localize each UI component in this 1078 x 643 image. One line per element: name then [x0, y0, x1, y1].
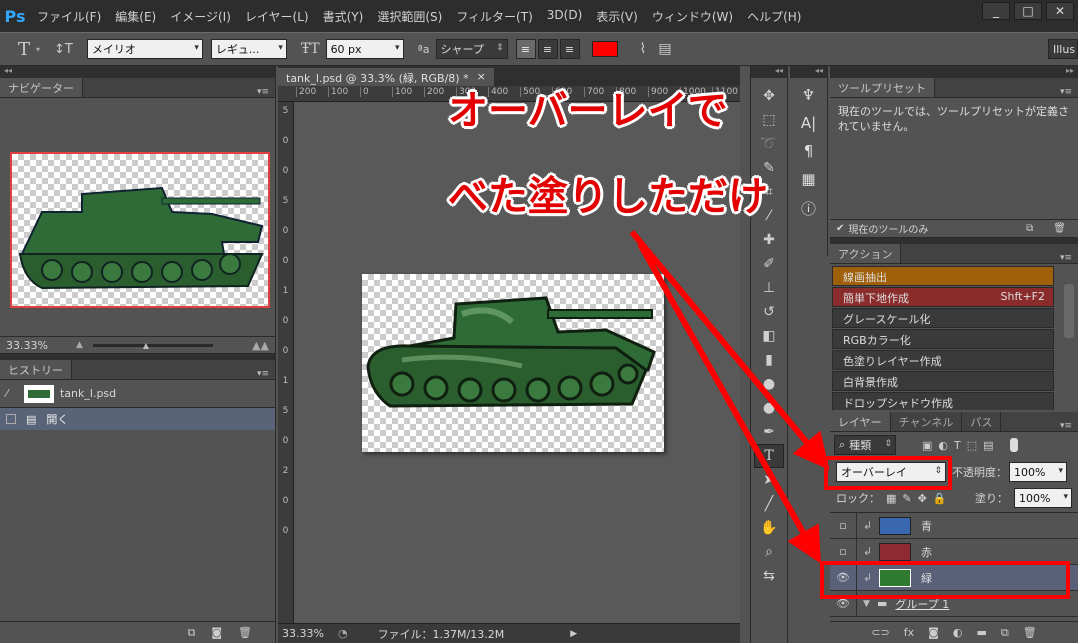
layer-highlight — [820, 561, 1070, 599]
annotation-arrows — [629, 230, 830, 564]
blend-mode-highlight — [824, 456, 952, 490]
